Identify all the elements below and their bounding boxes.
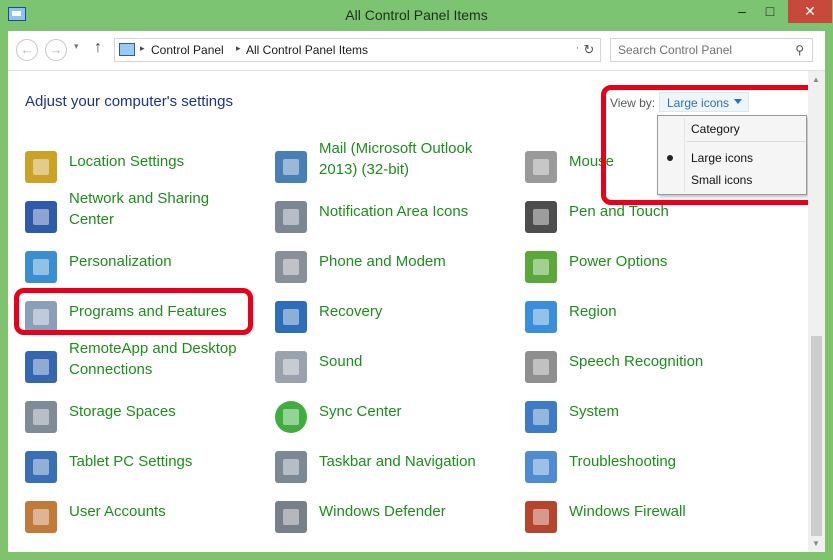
cp-item-notification-area[interactable]: Notification Area Icons <box>275 198 515 244</box>
pen-icon <box>525 201 557 233</box>
window-border-bottom <box>0 552 833 560</box>
item-label[interactable]: Sync Center <box>319 401 509 422</box>
item-label[interactable]: Storage Spaces <box>69 401 259 422</box>
troubleshooting-icon <box>525 451 557 483</box>
cp-item-remoteapp[interactable]: RemoteApp and Desktop Connections <box>25 338 265 384</box>
cp-item-taskbar-navigation[interactable]: Taskbar and Navigation <box>275 448 515 494</box>
item-label[interactable]: Windows Firewall <box>569 501 759 522</box>
phone-icon <box>275 251 307 283</box>
item-label[interactable]: Phone and Modem <box>319 251 509 272</box>
sound-icon <box>275 351 307 383</box>
breadcrumb-all-items[interactable]: All Control Panel Items <box>246 43 368 57</box>
item-label[interactable]: User Accounts <box>69 501 259 522</box>
item-label[interactable]: Speech Recognition <box>569 351 759 372</box>
up-button[interactable]: ↑ <box>94 39 102 57</box>
title-bar[interactable]: All Control Panel Items – □ ✕ <box>0 0 833 31</box>
breadcrumb-separator-icon[interactable]: ▸ <box>140 43 145 54</box>
cp-item-troubleshooting[interactable]: Troubleshooting <box>525 448 765 494</box>
cp-item-user-accounts[interactable]: User Accounts <box>25 498 265 544</box>
item-label[interactable]: Network and Sharing Center <box>69 188 244 230</box>
tablet-icon <box>25 451 57 483</box>
power-icon <box>525 251 557 283</box>
recovery-icon <box>275 301 307 333</box>
item-label[interactable]: Taskbar and Navigation <box>319 451 509 472</box>
item-label[interactable]: Recovery <box>319 301 509 322</box>
content-pane: Adjust your computer's settings View by:… <box>8 71 808 552</box>
window-title: All Control Panel Items <box>345 7 488 23</box>
minimize-button[interactable]: – <box>728 0 756 23</box>
user-accounts-icon <box>25 501 57 533</box>
notification-icon <box>275 201 307 233</box>
page-heading: Adjust your computer's settings <box>25 93 233 110</box>
item-label[interactable]: Tablet PC Settings <box>69 451 259 472</box>
maximize-button[interactable]: □ <box>756 0 784 23</box>
mouse-icon <box>525 151 557 183</box>
cp-item-sync-center[interactable]: Sync Center <box>275 398 515 444</box>
personalization-icon <box>25 251 57 283</box>
search-input[interactable] <box>611 39 781 61</box>
storage-icon <box>25 401 57 433</box>
item-label[interactable]: Personalization <box>69 251 259 272</box>
defender-icon <box>275 501 307 533</box>
forward-button[interactable]: → <box>45 39 67 61</box>
remoteapp-icon <box>25 351 57 383</box>
address-bar[interactable]: ▸ Control Panel ▸ All Control Panel Item… <box>114 38 601 62</box>
scroll-up-icon[interactable]: ▲ <box>812 75 820 84</box>
item-label[interactable]: System <box>569 401 759 422</box>
view-by-highlight <box>601 85 808 205</box>
vertical-scrollbar[interactable]: ▲ ▼ <box>808 71 825 552</box>
programs-features-highlight <box>14 288 253 335</box>
search-icon[interactable]: ⚲ <box>795 43 804 57</box>
cp-item-windows-firewall[interactable]: Windows Firewall <box>525 498 765 544</box>
address-toolbar: ← → ▾ ↑ ▸ Control Panel ▸ All Control Pa… <box>8 31 825 71</box>
cp-item-system[interactable]: System <box>525 398 765 444</box>
system-icon <box>525 401 557 433</box>
recent-locations-dropdown-icon[interactable]: ▾ <box>74 41 79 52</box>
sync-icon <box>275 401 307 433</box>
cp-item-network[interactable]: Network and Sharing Center <box>25 188 265 234</box>
item-label[interactable]: Location Settings <box>69 151 259 172</box>
network-icon <box>25 201 57 233</box>
cp-item-recovery[interactable]: Recovery <box>275 298 515 344</box>
cp-item-windows-defender[interactable]: Windows Defender <box>275 498 515 544</box>
mail-icon <box>275 151 307 183</box>
close-button[interactable]: ✕ <box>788 0 832 23</box>
speech-icon <box>525 351 557 383</box>
scroll-thumb[interactable] <box>811 336 822 536</box>
location-icon <box>25 151 57 183</box>
search-box[interactable]: ⚲ <box>610 38 813 62</box>
item-label[interactable]: Region <box>569 301 759 322</box>
breadcrumb-control-panel[interactable]: Control Panel <box>151 43 224 57</box>
item-label[interactable]: Mail (Microsoft Outlook 2013) (32-bit) <box>319 138 504 180</box>
firewall-icon <box>525 501 557 533</box>
cp-item-storage-spaces[interactable]: Storage Spaces <box>25 398 265 444</box>
cp-item-speech[interactable]: Speech Recognition <box>525 348 765 394</box>
cp-item-sound[interactable]: Sound <box>275 348 515 394</box>
cp-item-phone-modem[interactable]: Phone and Modem <box>275 248 515 294</box>
breadcrumb-separator-icon[interactable]: ▸ <box>236 43 241 54</box>
scroll-down-icon[interactable]: ▼ <box>812 539 820 548</box>
cp-item-power-options[interactable]: Power Options <box>525 248 765 294</box>
refresh-button[interactable]: ↻ <box>578 38 601 62</box>
taskbar-icon <box>275 451 307 483</box>
item-label[interactable]: Sound <box>319 351 509 372</box>
item-label[interactable]: Notification Area Icons <box>319 201 509 222</box>
item-label[interactable]: Troubleshooting <box>569 451 759 472</box>
control-panel-window: All Control Panel Items – □ ✕ ← → ▾ ↑ ▸ … <box>0 0 833 560</box>
item-label[interactable]: RemoteApp and Desktop Connections <box>69 338 259 380</box>
region-icon <box>525 301 557 333</box>
window-border-right <box>825 31 833 560</box>
cp-item-tablet-pc[interactable]: Tablet PC Settings <box>25 448 265 494</box>
cp-item-region[interactable]: Region <box>525 298 765 344</box>
control-panel-location-icon <box>119 43 135 56</box>
item-label[interactable]: Power Options <box>569 251 759 272</box>
back-button[interactable]: ← <box>16 39 38 61</box>
cp-item-mail[interactable]: Mail (Microsoft Outlook 2013) (32-bit) <box>275 138 515 184</box>
item-label[interactable]: Windows Defender <box>319 501 509 522</box>
